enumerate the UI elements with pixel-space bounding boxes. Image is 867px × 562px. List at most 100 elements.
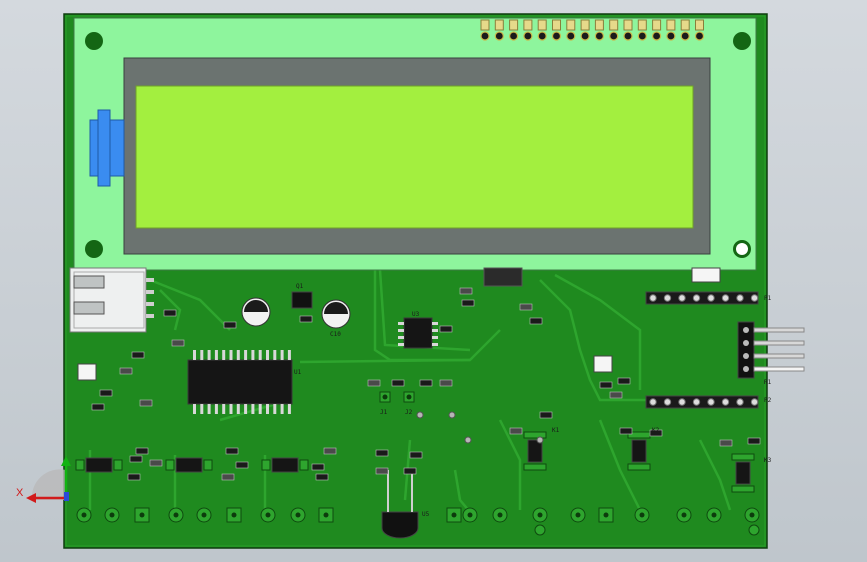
lcd-header-pin [609, 19, 619, 31]
lcd-mount-hole-tl [85, 32, 103, 50]
usb-slot-bottom [73, 301, 105, 315]
pin-header-p1[interactable] [645, 291, 759, 305]
u3-pin [432, 336, 438, 339]
u3-pin [432, 343, 438, 346]
transistor-u5[interactable] [381, 511, 419, 539]
u1-pin [251, 404, 255, 414]
header-pin [721, 294, 730, 302]
ic-top-chip[interactable] [483, 267, 523, 287]
lcd-header-pin [695, 19, 704, 31]
lcd-header-pad [508, 31, 519, 41]
smd-component [221, 473, 235, 481]
u1-pin [266, 350, 269, 360]
u3-pin [398, 343, 404, 346]
header-pin [692, 294, 701, 302]
led-module-1[interactable] [77, 363, 97, 381]
smd-component [129, 455, 143, 463]
lcd-header-pad [651, 31, 662, 41]
label-k3: K3 [764, 457, 772, 464]
header-pin [692, 398, 701, 406]
u1-pin [207, 404, 211, 414]
opto-pad [113, 459, 123, 471]
smd-component [617, 377, 631, 385]
u1-pin [193, 350, 196, 360]
lcd-header-pad [680, 31, 690, 41]
lcd-header-pad [551, 31, 562, 41]
u1-pin [229, 350, 233, 360]
opto-pad [523, 463, 547, 471]
smd-component [127, 473, 141, 481]
u1-pin [214, 404, 218, 414]
terminal-pad-hole [173, 512, 179, 518]
smd-component [539, 411, 553, 419]
smd-component [529, 317, 543, 325]
coordinate-triad: X [16, 456, 71, 503]
label-k2: K2 [652, 427, 660, 434]
label-u5: U5 [422, 511, 430, 518]
u1-pin [236, 404, 240, 414]
header-pin [707, 294, 715, 302]
opto-pad [75, 459, 85, 471]
label-u3: U3 [412, 311, 420, 318]
lcd-header-pin [580, 19, 590, 31]
right-angle-pin-header[interactable] [737, 321, 805, 379]
smd-component [131, 351, 145, 359]
via [448, 411, 456, 419]
pcb-3d-scene[interactable]: C10 Q1 U1 U3 P1 R1 P2 J1 J2 U5 K1 K2 K3 … [0, 0, 867, 562]
smd-component [299, 315, 313, 323]
via [464, 436, 472, 444]
opto-pad [731, 453, 755, 461]
u3-pin [398, 322, 404, 325]
terminal-pad-hole [81, 512, 87, 518]
opto-pad [731, 485, 755, 493]
header-pin [663, 294, 672, 302]
voltage-regulator-q1[interactable] [291, 291, 313, 309]
smd-component [223, 321, 237, 329]
smd-component [519, 303, 533, 311]
usb-pin [146, 278, 154, 282]
lcd-header-pin [523, 19, 533, 31]
header-pin [649, 398, 657, 406]
main-ic-u1[interactable] [187, 359, 293, 405]
label-p2: P2 [764, 397, 772, 404]
u1-pin [251, 350, 255, 360]
smd-component [403, 467, 417, 475]
u1-pin [266, 404, 269, 414]
u3-pin [432, 322, 438, 325]
lcd-header-pin [537, 19, 547, 31]
smd-component [135, 447, 149, 455]
lcd-header-pin [552, 19, 561, 31]
usb-slot-top [73, 275, 105, 289]
lcd-header-pin [480, 19, 490, 31]
terminal-pad-hole [139, 512, 145, 518]
lcd-header-pin [494, 19, 504, 31]
lcd-header-pad [480, 31, 490, 41]
u3-pin [398, 336, 404, 339]
opto-pad [203, 459, 213, 471]
led-module-3[interactable] [691, 267, 721, 283]
lcd-screen[interactable] [135, 85, 694, 229]
header-pin [707, 398, 715, 406]
3d-viewport[interactable]: C10 Q1 U1 U3 P1 R1 P2 J1 J2 U5 K1 K2 K3 … [0, 0, 867, 562]
smd-component [119, 367, 133, 375]
u1-pin [244, 350, 248, 360]
lcd-header-pin [566, 19, 576, 31]
terminal-pad-round [748, 524, 760, 536]
terminal-pad-hole [451, 512, 457, 518]
u1-pin [207, 350, 211, 360]
header-pin [649, 294, 657, 302]
smd-component [375, 449, 389, 457]
terminal-pad-hole [231, 512, 237, 518]
label-j2: J2 [405, 409, 413, 416]
smd-component [149, 459, 163, 467]
ic-u3[interactable] [403, 317, 433, 349]
header-pin [736, 294, 744, 302]
header-pin [750, 294, 759, 302]
lcd-header-pin [623, 19, 633, 31]
header-pin [736, 398, 744, 406]
pin-header-p2[interactable] [645, 395, 759, 409]
lcd-header-pad [666, 31, 676, 41]
terminal-pad-hole [295, 512, 301, 518]
u1-pin [258, 404, 262, 414]
led-module-2[interactable] [593, 355, 613, 373]
